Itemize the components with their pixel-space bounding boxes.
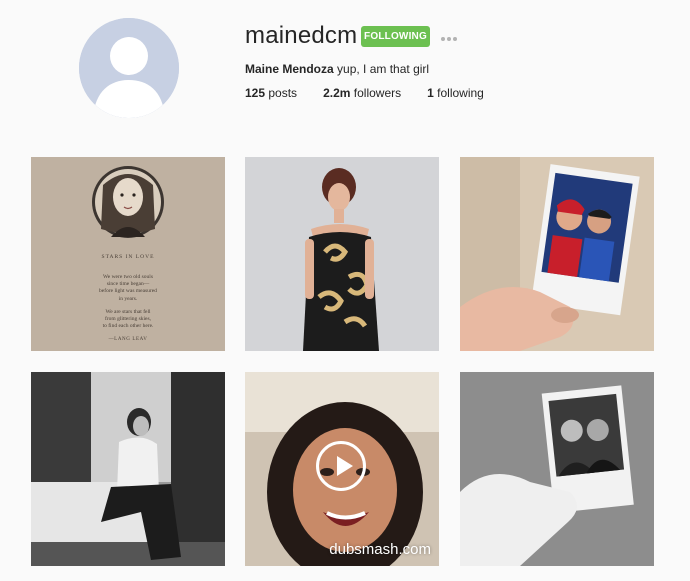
post-thumbnail[interactable] bbox=[245, 157, 439, 351]
following-button[interactable]: FOLLOWING bbox=[361, 26, 430, 47]
play-icon[interactable] bbox=[316, 441, 366, 491]
profile-bio-text: yup, I am that girl bbox=[337, 62, 430, 76]
post-thumbnail[interactable] bbox=[460, 157, 654, 351]
profile-avatar[interactable] bbox=[79, 18, 179, 118]
profile-stats: 125 posts 2.2m followers 1 following bbox=[245, 86, 510, 100]
followers-count[interactable]: 2.2m followers bbox=[323, 86, 401, 100]
poem-author: —LANG LEAV bbox=[108, 337, 148, 342]
following-count[interactable]: 1 following bbox=[427, 86, 484, 100]
poem-line: to find each other here. bbox=[102, 323, 154, 330]
profile-full-name: Maine Mendoza bbox=[245, 62, 334, 76]
followers-count-label: followers bbox=[353, 86, 402, 100]
posts-count-value: 125 bbox=[245, 86, 266, 100]
poem-title: STARS IN LOVE bbox=[101, 254, 155, 260]
poem-line: before light was measured bbox=[99, 288, 157, 295]
followers-count-value: 2.2m bbox=[323, 86, 351, 100]
post-thumbnail[interactable] bbox=[31, 372, 225, 566]
profile-bio: Maine Mendoza yup, I am that girl bbox=[245, 62, 429, 76]
posts-count-label: posts bbox=[268, 86, 298, 100]
poem-line: in years. bbox=[118, 295, 138, 302]
poem-line: We were two old souls bbox=[103, 274, 153, 280]
following-count-value: 1 bbox=[427, 86, 434, 100]
post-thumbnail-video[interactable]: dubsmash.com bbox=[245, 372, 439, 566]
profile-username: mainedcm bbox=[245, 22, 358, 49]
posts-count: 125 posts bbox=[245, 86, 297, 100]
post-thumbnail[interactable] bbox=[460, 372, 654, 566]
post-thumbnail[interactable]: STARS IN LOVE We were two old souls sinc… bbox=[31, 157, 225, 351]
following-count-label: following bbox=[437, 86, 484, 100]
poem-text: We were two old souls since time began— … bbox=[31, 274, 225, 330]
poem-line: We are stars that fell bbox=[105, 308, 151, 315]
default-avatar-icon bbox=[79, 18, 179, 118]
more-options-icon[interactable] bbox=[441, 36, 459, 42]
video-watermark: dubsmash.com bbox=[329, 541, 431, 558]
profile-header: mainedcm FOLLOWING Maine Mendoza yup, I … bbox=[0, 0, 690, 150]
